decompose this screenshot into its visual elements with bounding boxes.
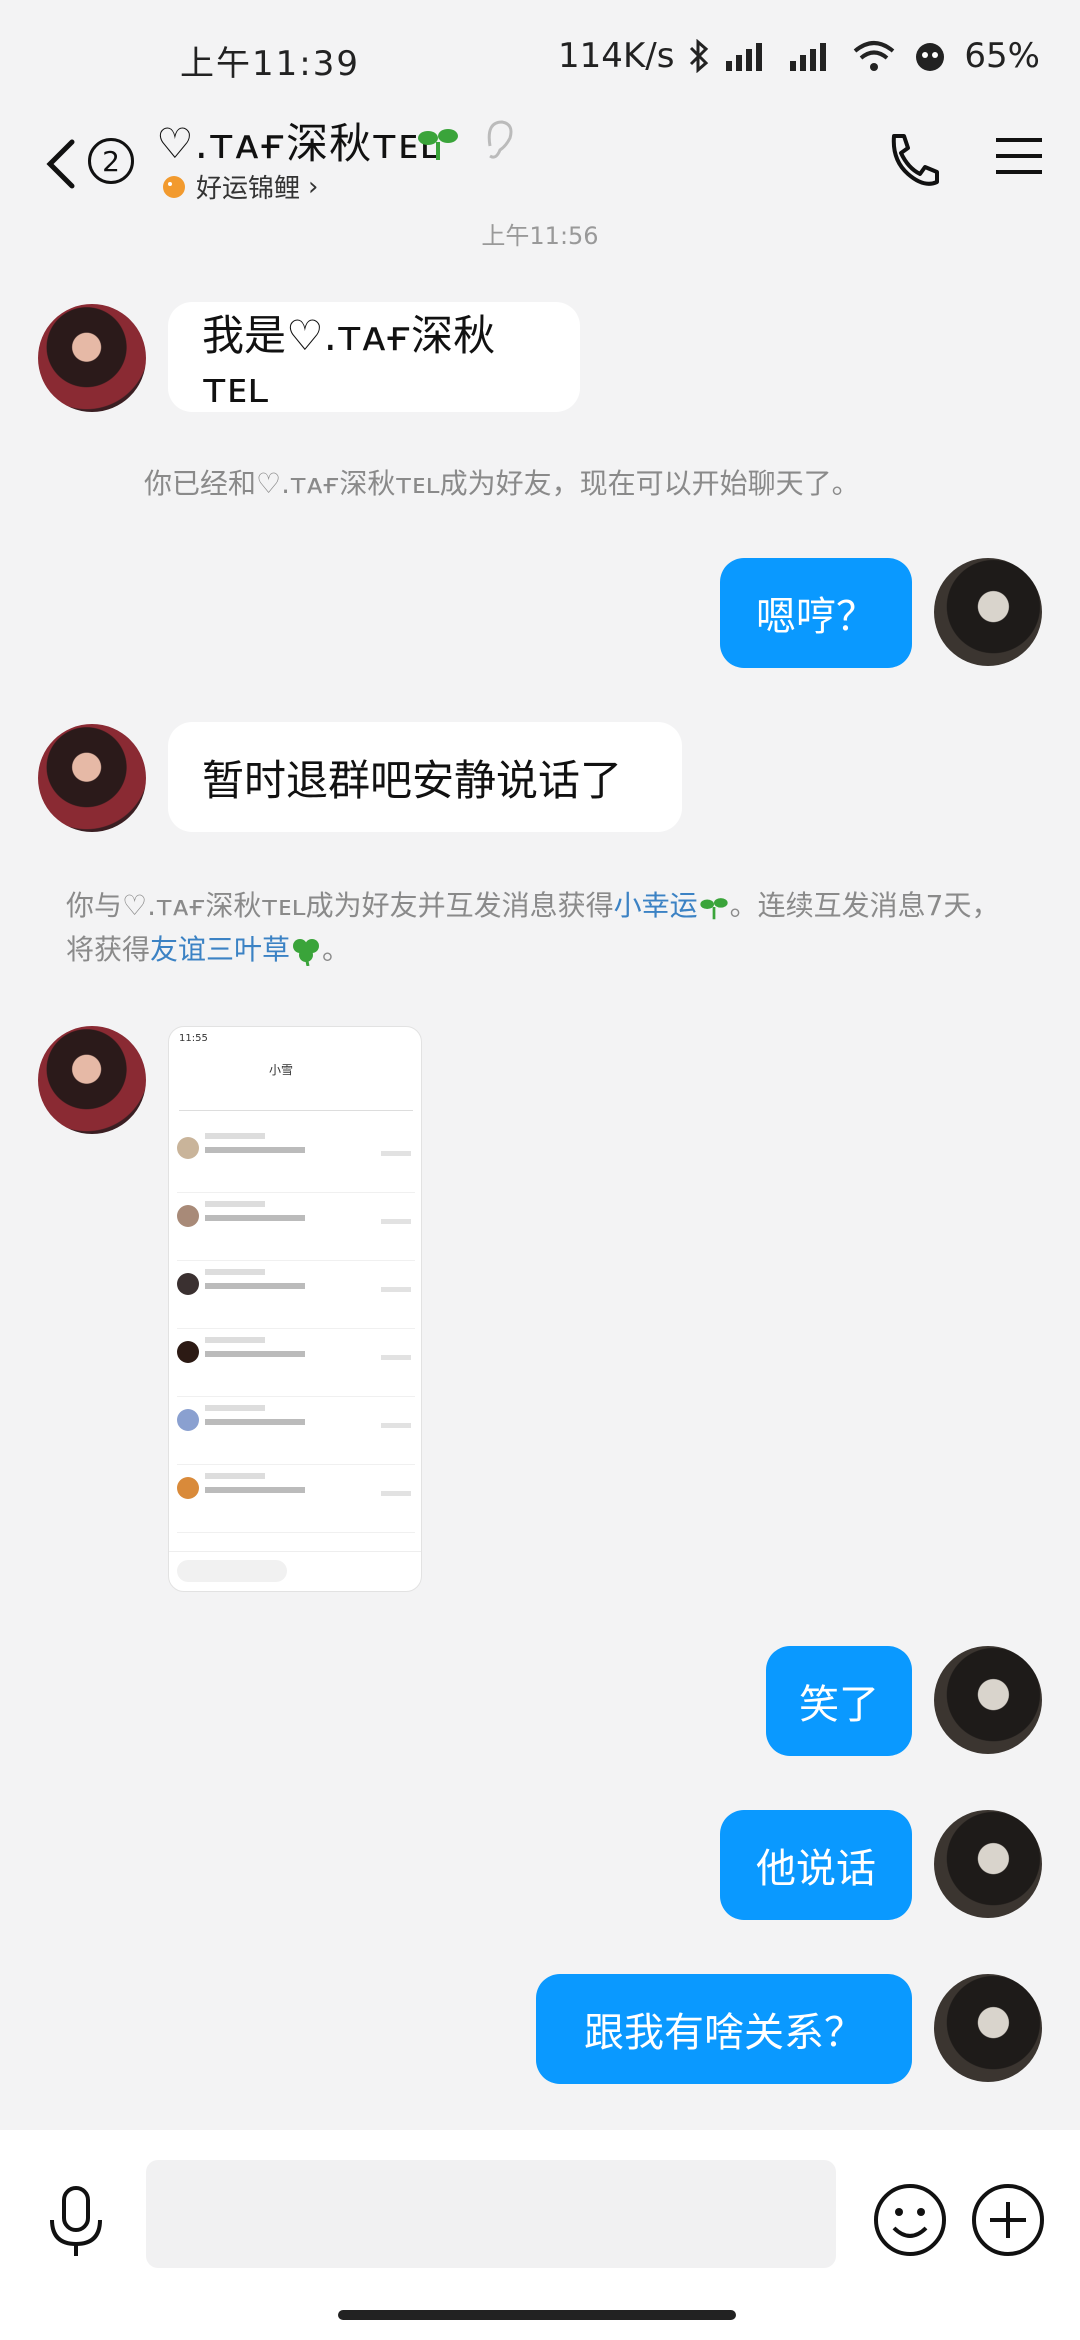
message-bubble-outgoing[interactable]: 笑了 <box>766 1646 912 1756</box>
message-bubble-incoming[interactable]: 我是♡.ᴛᴀғ深秋ᴛᴇʟ <box>168 302 580 412</box>
battery-icon <box>916 43 945 71</box>
my-avatar[interactable] <box>934 558 1042 666</box>
signal-icon <box>726 43 763 71</box>
message-bubble-incoming[interactable]: 暂时退群吧安静说话了 <box>168 722 682 832</box>
contact-avatar[interactable] <box>38 304 146 412</box>
note-text: 你与♡.ᴛᴀғ深秋ᴛᴇʟ成为好友并互发消息获得 <box>66 889 614 922</box>
unread-count-badge[interactable]: 2 <box>88 138 134 184</box>
image-row <box>177 1127 415 1193</box>
phone-icon[interactable] <box>884 130 940 190</box>
ear-icon[interactable] <box>478 116 518 164</box>
microphone-icon[interactable] <box>44 2184 108 2260</box>
image-tabs <box>179 1089 413 1111</box>
image-status-time: 11:55 <box>179 1033 208 1044</box>
message-input[interactable] <box>146 2160 836 2268</box>
chat-header: 2 ♡.ᴛᴀғ深秋ᴛᴇʟ 好运锦鲤 › <box>0 110 1080 220</box>
image-row <box>177 1331 415 1397</box>
image-row <box>177 1467 415 1533</box>
battery-level: 65% <box>964 36 1040 76</box>
image-bottom-bar <box>169 1551 421 1591</box>
contact-avatar[interactable] <box>38 1026 146 1134</box>
my-avatar[interactable] <box>934 1810 1042 1918</box>
message-bubble-outgoing[interactable]: 他说话 <box>720 1810 912 1920</box>
wifi-icon <box>854 41 895 71</box>
image-title: 小雪 <box>269 1063 294 1077</box>
contact-name[interactable]: ♡.ᴛᴀғ深秋ᴛᴇʟ <box>156 110 441 171</box>
image-row <box>177 1263 415 1329</box>
menu-icon[interactable] <box>996 136 1042 176</box>
network-speed: 114K/s <box>558 36 675 76</box>
bluetooth-icon <box>690 39 709 73</box>
little-luck-link[interactable]: 小幸运 <box>614 889 698 922</box>
status-time: 上午11:39 <box>180 44 360 84</box>
clover-icon <box>293 939 320 967</box>
my-avatar[interactable] <box>934 1646 1042 1754</box>
friendship-reward-note: 你与♡.ᴛᴀғ深秋ᴛᴇʟ成为好友并互发消息获得小幸运 。连续互发消息7天，将获得友… <box>66 884 1026 972</box>
message-bubble-outgoing[interactable]: 跟我有啥关系？ <box>536 1974 912 2084</box>
image-row <box>177 1399 415 1465</box>
contact-status[interactable]: 好运锦鲤 › <box>160 168 318 205</box>
time-divider: 上午11:56 <box>481 222 599 250</box>
my-avatar[interactable] <box>934 1974 1042 2082</box>
input-bar <box>0 2130 1080 2340</box>
message-bubble-outgoing[interactable]: 嗯哼？ <box>720 558 912 668</box>
status-text: 好运锦鲤 <box>196 174 301 204</box>
chevron-right-icon: › <box>308 171 319 202</box>
plus-icon[interactable] <box>970 2182 1046 2258</box>
back-icon[interactable] <box>42 134 82 194</box>
note-text: 。 <box>322 933 351 966</box>
status-icons: 114K/s 65% <box>558 36 1040 76</box>
home-indicator[interactable] <box>338 2310 736 2320</box>
sprout-icon <box>700 898 728 920</box>
sprout-icon[interactable] <box>416 120 460 164</box>
signal-icon-2 <box>790 43 827 71</box>
system-note: 你已经和♡.ᴛᴀғ深秋ᴛᴇʟ成为好友，现在可以开始聊天了。 <box>144 467 860 500</box>
image-message[interactable]: 11:55 小雪 <box>168 1026 422 1592</box>
koi-icon <box>163 175 185 198</box>
image-row <box>177 1195 415 1261</box>
clover-link[interactable]: 友谊三叶草 <box>150 933 290 966</box>
emoji-icon[interactable] <box>872 2182 948 2258</box>
contact-avatar[interactable] <box>38 724 146 832</box>
status-bar: 上午11:39 114K/s 65% <box>0 0 1080 110</box>
